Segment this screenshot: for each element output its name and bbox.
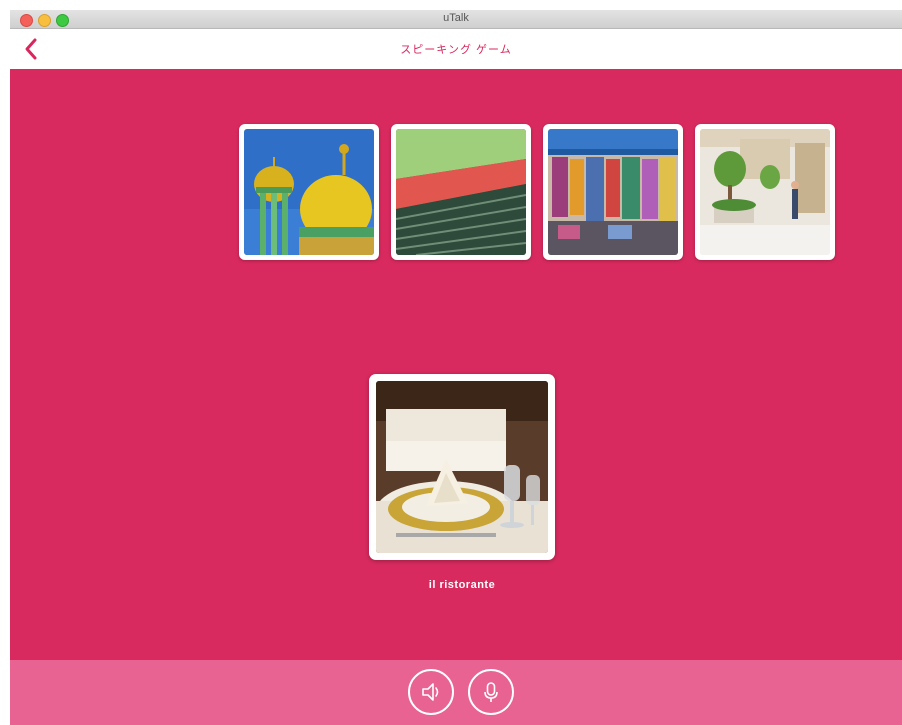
current-word-card <box>369 374 555 560</box>
shopping-centre-image <box>700 129 830 255</box>
restaurant-image <box>376 381 548 553</box>
bottom-control-bar <box>10 660 902 725</box>
header-bar: スピーキング ゲーム <box>10 29 902 69</box>
window-titlebar: uTalk <box>10 10 902 29</box>
window-title: uTalk <box>443 12 469 24</box>
thumbnail-mosque[interactable] <box>239 124 379 260</box>
microphone-icon <box>484 682 498 702</box>
thumbnail-market[interactable] <box>543 124 683 260</box>
current-word-label: il ristorante <box>428 579 496 591</box>
game-stage: il ristorante <box>10 69 902 660</box>
play-audio-button[interactable] <box>408 669 454 715</box>
stadium-image <box>396 129 526 255</box>
speaker-icon <box>422 683 439 701</box>
thumbnail-shopping-centre[interactable] <box>695 124 835 260</box>
record-button[interactable] <box>468 669 514 715</box>
mosque-image <box>244 129 374 255</box>
thumbnail-stadium[interactable] <box>391 124 531 260</box>
market-image <box>548 129 678 255</box>
page-title: スピーキング ゲーム <box>400 44 512 56</box>
